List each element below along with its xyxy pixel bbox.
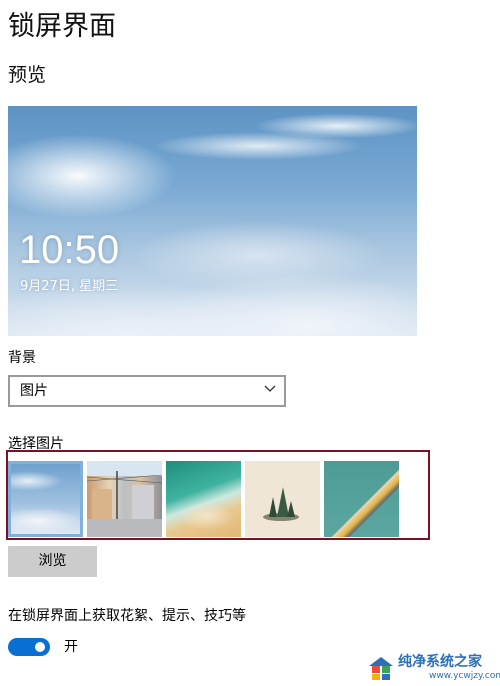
- browse-button[interactable]: 浏览: [8, 546, 97, 577]
- pine-island-icon: [263, 487, 299, 521]
- picture-thumbnails: [8, 461, 404, 537]
- watermark-name: 纯净系统之家: [398, 654, 482, 670]
- toggle-knob: [35, 642, 45, 652]
- thumbnail-beach-waves[interactable]: [166, 461, 241, 537]
- thumbnail-pine-island[interactable]: [245, 461, 320, 537]
- page-title: 锁屏界面: [8, 11, 116, 42]
- tips-setting-label: 在锁屏界面上获取花絮、提示、技巧等: [8, 608, 246, 624]
- tips-toggle-state: 开: [64, 639, 78, 655]
- preview-time: 10:50: [19, 228, 120, 272]
- background-dropdown[interactable]: 图片: [8, 375, 286, 407]
- street-scene-icon: [86, 471, 163, 537]
- chevron-down-icon: [264, 385, 276, 392]
- watermark-logo-icon: [369, 657, 393, 680]
- tips-toggle[interactable]: [8, 638, 50, 656]
- thumbnail-pier-aerial[interactable]: [324, 461, 399, 537]
- thumbnail-street[interactable]: [86, 461, 163, 537]
- preview-heading: 预览: [8, 64, 47, 86]
- thumbnail-clouds[interactable]: [8, 461, 83, 537]
- background-label: 背景: [8, 350, 36, 366]
- watermark-url: www.ycwjzy.com: [429, 671, 500, 681]
- preview-date: 9月27日, 星期三: [20, 279, 119, 294]
- background-dropdown-value: 图片: [20, 383, 48, 399]
- lock-screen-preview: 10:50 9月27日, 星期三: [8, 106, 417, 336]
